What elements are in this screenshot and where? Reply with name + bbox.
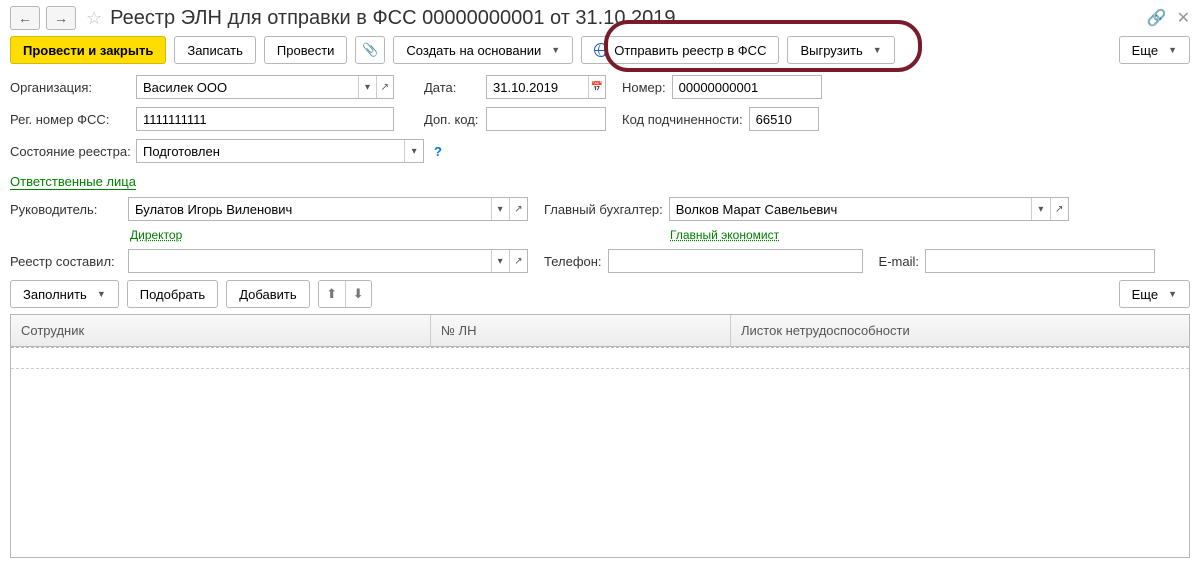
extra-code-field-wrap xyxy=(486,107,606,131)
head-field-wrap: ▾ ↗ xyxy=(128,197,528,221)
table-header: Сотрудник № ЛН Листок нетрудоспособности xyxy=(11,315,1189,347)
chevron-down-icon: ▼ xyxy=(551,45,560,55)
add-button[interactable]: Добавить xyxy=(226,280,309,308)
more-button[interactable]: Еще ▼ xyxy=(1119,36,1190,64)
fss-reg-field-wrap xyxy=(136,107,394,131)
dropdown-toggle[interactable]: ▾ xyxy=(491,198,509,220)
organization-label: Организация: xyxy=(10,80,130,95)
link-icon[interactable]: 🔗 xyxy=(1147,8,1167,28)
dropdown-toggle[interactable]: ▾ xyxy=(1031,198,1049,220)
chevron-down-icon: ▼ xyxy=(97,289,106,299)
subordination-code-label: Код подчиненности: xyxy=(622,112,743,127)
organization-field-wrap: ▾ ↗ xyxy=(136,75,394,99)
favorite-star-icon[interactable]: ☆ xyxy=(86,8,102,29)
date-label: Дата: xyxy=(424,80,480,95)
create-based-on-label: Создать на основании xyxy=(406,43,541,58)
fss-reg-label: Рег. номер ФСС: xyxy=(10,112,130,127)
pick-button[interactable]: Подобрать xyxy=(127,280,218,308)
dropdown-toggle[interactable]: ▾ xyxy=(404,140,423,162)
chief-accountant-input[interactable] xyxy=(670,198,1032,220)
export-button[interactable]: Выгрузить ▼ xyxy=(787,36,894,64)
arrow-up-icon: ⬆ xyxy=(326,286,337,302)
number-field-wrap xyxy=(672,75,822,99)
chevron-down-icon: ▼ xyxy=(873,45,882,55)
send-to-fss-label: Отправить реестр в ФСС xyxy=(614,43,766,58)
subordination-code-field-wrap xyxy=(749,107,819,131)
subordination-code-input[interactable] xyxy=(750,108,818,130)
registry-state-field-wrap: ▾ xyxy=(136,139,424,163)
column-ln-number[interactable]: № ЛН xyxy=(431,315,731,346)
phone-field-wrap xyxy=(608,249,863,273)
attach-button[interactable]: 📎 xyxy=(355,36,385,64)
column-sick-leave[interactable]: Листок нетрудоспособности xyxy=(731,315,1189,346)
registry-compiled-by-field-wrap: ▾ ↗ xyxy=(128,249,528,273)
open-button[interactable]: ↗ xyxy=(509,250,527,272)
fill-label: Заполнить xyxy=(23,287,87,302)
send-to-fss-button[interactable]: Отправить реестр в ФСС xyxy=(581,36,779,64)
table: Сотрудник № ЛН Листок нетрудоспособности xyxy=(10,314,1190,558)
registry-compiled-by-input[interactable] xyxy=(129,250,491,272)
arrow-down-icon: ⬇ xyxy=(353,286,364,302)
arrow-right-icon: → xyxy=(54,10,68,26)
move-down-button[interactable]: ⬇ xyxy=(345,281,371,307)
chief-accountant-field-wrap: ▾ ↗ xyxy=(669,197,1069,221)
chevron-down-icon: ▼ xyxy=(1168,289,1177,299)
dropdown-toggle[interactable]: ▾ xyxy=(358,76,375,98)
email-field-wrap xyxy=(925,249,1155,273)
chief-accountant-position-link[interactable]: Главный экономист xyxy=(670,228,779,242)
date-input[interactable] xyxy=(487,76,588,98)
registry-state-label: Состояние реестра: xyxy=(10,144,130,159)
organization-input[interactable] xyxy=(137,76,358,98)
number-input[interactable] xyxy=(673,76,821,98)
responsible-persons-header: Ответственные лица xyxy=(10,174,136,190)
post-and-close-button[interactable]: Провести и закрыть xyxy=(10,36,166,64)
page-title: Реестр ЭЛН для отправки в ФСС 0000000000… xyxy=(110,7,1141,30)
nav-forward-button[interactable]: → xyxy=(46,6,76,30)
move-up-button[interactable]: ⬆ xyxy=(319,281,345,307)
email-input[interactable] xyxy=(926,250,1154,272)
open-button[interactable]: ↗ xyxy=(376,76,393,98)
chief-accountant-label: Главный бухгалтер: xyxy=(544,202,663,217)
globe-icon xyxy=(594,43,608,57)
fill-button[interactable]: Заполнить ▼ xyxy=(10,280,119,308)
date-field-wrap: 📅 xyxy=(486,75,606,99)
save-button[interactable]: Записать xyxy=(174,36,256,64)
arrow-left-icon: ← xyxy=(18,10,32,26)
extra-code-input[interactable] xyxy=(487,108,605,130)
create-based-on-button[interactable]: Создать на основании ▼ xyxy=(393,36,573,64)
move-group: ⬆ ⬇ xyxy=(318,280,372,308)
table-body[interactable] xyxy=(11,347,1189,557)
column-employee[interactable]: Сотрудник xyxy=(11,315,431,346)
table-more-label: Еще xyxy=(1132,287,1158,302)
phone-input[interactable] xyxy=(609,250,862,272)
extra-code-label: Доп. код: xyxy=(424,112,480,127)
number-label: Номер: xyxy=(622,80,666,95)
paperclip-icon: 📎 xyxy=(362,42,378,58)
more-label: Еще xyxy=(1132,43,1158,58)
head-label: Руководитель: xyxy=(10,202,122,217)
chevron-down-icon: ▼ xyxy=(1168,45,1177,55)
open-button[interactable]: ↗ xyxy=(509,198,527,220)
open-button[interactable]: ↗ xyxy=(1050,198,1068,220)
fss-reg-input[interactable] xyxy=(137,108,393,130)
post-button[interactable]: Провести xyxy=(264,36,348,64)
table-more-button[interactable]: Еще ▼ xyxy=(1119,280,1190,308)
help-icon[interactable]: ? xyxy=(434,144,442,159)
head-input[interactable] xyxy=(129,198,491,220)
registry-state-input[interactable] xyxy=(137,140,404,162)
head-position-link[interactable]: Директор xyxy=(130,228,182,242)
export-label: Выгрузить xyxy=(800,43,862,58)
phone-label: Телефон: xyxy=(544,254,602,269)
nav-back-button[interactable]: ← xyxy=(10,6,40,30)
registry-compiled-by-label: Реестр составил: xyxy=(10,254,122,269)
close-icon[interactable]: ✕ xyxy=(1177,8,1190,28)
calendar-icon[interactable]: 📅 xyxy=(588,76,605,98)
email-label: E-mail: xyxy=(879,254,919,269)
dropdown-toggle[interactable]: ▾ xyxy=(491,250,509,272)
